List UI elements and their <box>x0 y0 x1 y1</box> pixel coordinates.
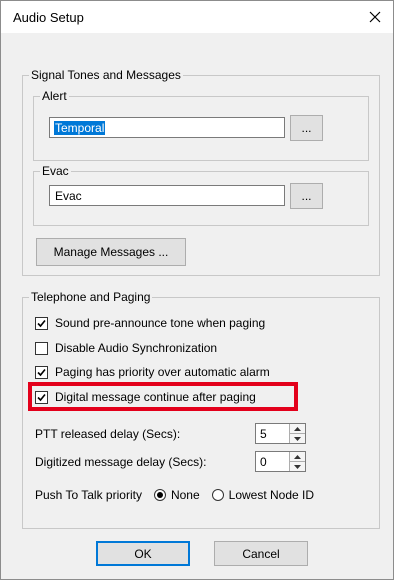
push-to-talk-row: Push To Talk priority None Lowest Node I… <box>35 487 314 503</box>
push-to-talk-label: Push To Talk priority <box>35 488 142 502</box>
ok-button[interactable]: OK <box>96 541 190 566</box>
ok-label: OK <box>134 546 152 561</box>
spin-up-button[interactable] <box>290 424 305 434</box>
alert-browse-button[interactable]: ... <box>290 115 323 141</box>
arrow-up-icon <box>294 426 301 431</box>
digitized-delay-spinner[interactable]: 0 <box>255 451 306 472</box>
option-disable-sync-checkbox[interactable] <box>35 341 48 355</box>
option-paging-priority-checkbox[interactable] <box>35 365 48 379</box>
checkmark-icon <box>37 319 46 327</box>
close-icon <box>369 11 381 23</box>
option-preannounce-row[interactable]: Sound pre-announce tone when paging <box>35 315 265 331</box>
digitized-delay-label: Digitized message delay (Secs): <box>35 455 207 469</box>
close-button[interactable] <box>357 1 393 33</box>
telephone-paging-legend: Telephone and Paging <box>31 290 151 304</box>
spin-up-button[interactable] <box>290 452 305 462</box>
ptt-option-none[interactable]: None <box>153 488 200 502</box>
manage-messages-label: Manage Messages ... <box>53 245 169 259</box>
evac-field[interactable]: Evac <box>49 185 285 206</box>
signal-tones-legend: Signal Tones and Messages <box>31 68 181 82</box>
ptt-lowest-node-label: Lowest Node ID <box>228 488 315 502</box>
arrow-down-icon <box>294 464 301 469</box>
arrow-up-icon <box>294 454 301 459</box>
option-disable-sync-row[interactable]: Disable Audio Synchronization <box>35 340 217 356</box>
checkmark-icon <box>37 368 46 376</box>
evac-value: Evac <box>55 189 82 203</box>
evac-browse-button[interactable]: ... <box>290 183 323 209</box>
cancel-label: Cancel <box>242 546 280 561</box>
ptt-delay-spinner[interactable]: 5 <box>255 423 306 444</box>
alert-legend: Alert <box>42 89 67 103</box>
ptt-lowest-node-radio[interactable] <box>211 489 224 501</box>
digitized-delay-value: 0 <box>260 455 267 469</box>
evac-legend: Evac <box>42 164 69 178</box>
ptt-none-label: None <box>170 488 200 502</box>
option-preannounce-label: Sound pre-announce tone when paging <box>55 316 266 330</box>
title-bar: Audio Setup <box>1 1 393 33</box>
spin-down-button[interactable] <box>290 434 305 443</box>
spin-down-button[interactable] <box>290 462 305 471</box>
cancel-button[interactable]: Cancel <box>214 541 308 566</box>
option-preannounce-checkbox[interactable] <box>35 316 48 330</box>
ptt-delay-value: 5 <box>260 427 267 441</box>
alert-browse-label: ... <box>301 121 312 135</box>
ptt-none-radio[interactable] <box>153 489 166 501</box>
option-disable-sync-label: Disable Audio Synchronization <box>55 341 218 355</box>
ptt-delay-label: PTT released delay (Secs): <box>35 427 181 441</box>
digitized-delay-arrows <box>289 452 305 471</box>
alert-field[interactable]: Temporal <box>49 117 285 138</box>
alert-value: Temporal <box>54 121 106 135</box>
window-title: Audio Setup <box>13 10 84 25</box>
option-paging-priority-row[interactable]: Paging has priority over automatic alarm <box>35 364 270 380</box>
ptt-delay-arrows <box>289 424 305 443</box>
audio-setup-dialog: Audio Setup Signal Tones and Messages Al… <box>0 0 394 580</box>
option-paging-priority-label: Paging has priority over automatic alarm <box>55 365 270 379</box>
highlight-box <box>28 382 298 411</box>
ptt-option-lowest-node[interactable]: Lowest Node ID <box>211 488 315 502</box>
manage-messages-button[interactable]: Manage Messages ... <box>36 238 186 266</box>
arrow-down-icon <box>294 436 301 441</box>
evac-browse-label: ... <box>301 189 312 203</box>
